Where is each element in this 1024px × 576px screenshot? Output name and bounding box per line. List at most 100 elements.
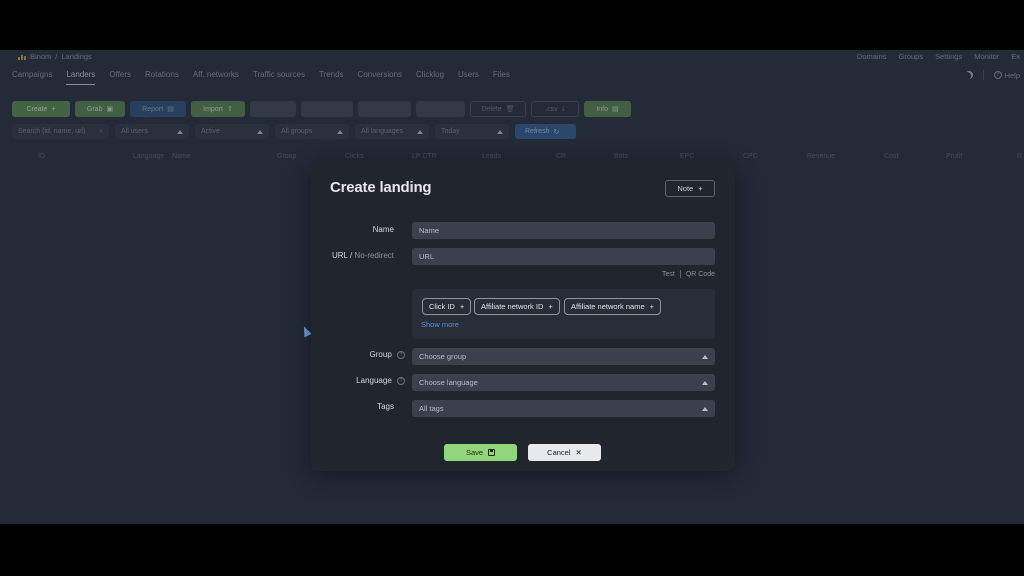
chevron-up-icon [702, 406, 708, 411]
test-link[interactable]: Test [662, 271, 675, 278]
save-button[interactable]: Save [444, 444, 517, 461]
token-click-id[interactable]: Click ID + [422, 298, 472, 315]
csv-button[interactable]: .csv ⤓ [531, 101, 579, 117]
status-select[interactable]: Active [195, 124, 269, 139]
name-placeholder: Name [419, 226, 440, 235]
info-icon[interactable]: ? [397, 350, 405, 359]
url-links: Test QR Code [662, 270, 715, 278]
grab-button[interactable]: Grab ▣ [75, 101, 125, 117]
tab-rotations[interactable]: Rotations [145, 70, 179, 85]
import-button[interactable]: Import ⇧ [191, 101, 245, 117]
languages-select[interactable]: All languages [355, 124, 429, 139]
top-right-tools: ? Help [965, 70, 1020, 80]
letterbox-bottom [0, 524, 1024, 576]
tab-users[interactable]: Users [458, 70, 479, 85]
divider [982, 70, 984, 80]
chevron-up-icon [417, 129, 423, 134]
col-lp-ctr[interactable]: LP CTR [412, 153, 437, 160]
col-name[interactable]: Name [172, 153, 191, 160]
url-input[interactable]: URL [412, 248, 715, 265]
col-bots[interactable]: Bots [614, 153, 628, 160]
token-label: Affiliate network name [571, 302, 645, 311]
report-button[interactable]: Report ▤ [130, 101, 186, 117]
col-language[interactable]: Language [133, 153, 164, 160]
tokens-panel: Click ID + Affiliate network ID + Affiliat… [412, 289, 715, 339]
col-revenue[interactable]: Revenue [807, 153, 835, 160]
col-id[interactable]: ID [38, 153, 45, 160]
create-label: Create [26, 105, 48, 113]
note-button[interactable]: Note + [665, 180, 715, 197]
tab-files[interactable]: Files [493, 70, 510, 85]
group-select[interactable]: Choose group [412, 348, 715, 365]
token-label: Affiliate network ID [481, 302, 544, 311]
toolbar-disabled-button-1[interactable] [250, 101, 296, 117]
help-icon: ? [993, 71, 1002, 79]
import-label: Import [203, 105, 223, 113]
col-profit[interactable]: Profit [946, 153, 962, 160]
filters-bar: Search (id, name, url) ⌕ All users Active… [12, 124, 576, 139]
url-placeholder: URL [419, 252, 435, 261]
tab-campaigns[interactable]: Campaigns [12, 70, 52, 85]
refresh-icon: ↻ [553, 128, 560, 136]
col-clicks[interactable]: Clicks [345, 153, 364, 160]
top-link-groups[interactable]: Groups [899, 52, 924, 61]
toolbar-disabled-button-3[interactable] [358, 101, 411, 117]
create-button[interactable]: Create + [12, 101, 70, 117]
group-label: Group [369, 350, 392, 359]
note-label: Note [677, 184, 694, 193]
col-roi[interactable]: R [1017, 153, 1022, 160]
groups-select[interactable]: All groups [275, 124, 349, 139]
help-button[interactable]: ? Help [993, 70, 1020, 80]
tags-label: Tags [377, 402, 394, 411]
col-cr[interactable]: CR [556, 153, 566, 160]
doc-icon: ▤ [612, 106, 619, 113]
date-select[interactable]: Today [435, 124, 509, 139]
col-epc[interactable]: EPC [680, 153, 694, 160]
delete-button[interactable]: Delete 🗑︎ [470, 101, 526, 117]
top-link-domains[interactable]: Domains [857, 52, 887, 61]
tab-traffic-sources[interactable]: Traffic sources [253, 70, 305, 85]
col-leads[interactable]: Leads [482, 153, 501, 160]
search-input[interactable]: Search (id, name, url) ⌕ [12, 124, 109, 139]
language-select[interactable]: Choose language [412, 374, 715, 391]
show-more-link[interactable]: Show more [421, 320, 459, 329]
tab-landers[interactable]: Landers [66, 70, 96, 85]
top-link-more[interactable]: Ex [1011, 52, 1020, 61]
tab-aff-networks[interactable]: Aff. networks [193, 70, 239, 85]
token-affiliate-network-id[interactable]: Affiliate network ID + [474, 298, 560, 315]
languages-value: All languages [361, 128, 404, 135]
breadcrumb-app[interactable]: Binom [30, 52, 51, 61]
toolbar-disabled-button-2[interactable] [301, 101, 353, 117]
tab-trends[interactable]: Trends [319, 70, 344, 85]
app-window: Binom / Landings Domains Groups Settings… [0, 50, 1024, 524]
tab-offers[interactable]: Offers [109, 70, 131, 85]
col-group[interactable]: Group [277, 153, 296, 160]
tab-conversions[interactable]: Conversions [358, 70, 402, 85]
top-link-settings[interactable]: Settings [935, 52, 962, 61]
url-label: URL [332, 251, 348, 260]
no-redirect-toggle[interactable]: No-redirect [354, 251, 394, 260]
cancel-button[interactable]: Cancel ✕ [528, 444, 601, 461]
help-label: Help [1004, 70, 1020, 80]
users-select[interactable]: All users [115, 124, 189, 139]
tab-clicklog[interactable]: Clicklog [416, 70, 444, 85]
status-value: Active [201, 128, 221, 135]
import-icon: ⇧ [226, 106, 233, 113]
toolbar-disabled-button-4[interactable] [416, 101, 465, 117]
report-label: Report [142, 105, 164, 113]
col-cpc[interactable]: CPC [743, 153, 758, 160]
theme-moon-icon[interactable] [965, 71, 973, 79]
info-button[interactable]: Info ▤ [584, 101, 631, 117]
token-affiliate-network-name[interactable]: Affiliate network name + [564, 298, 662, 315]
refresh-button[interactable]: Refresh ↻ [515, 124, 576, 139]
qr-code-link[interactable]: QR Code [686, 271, 715, 278]
search-placeholder: Search (id, name, url) [18, 128, 86, 135]
info-icon[interactable]: ? [397, 376, 405, 385]
name-input[interactable]: Name [412, 222, 715, 239]
language-label-row: Language ? [356, 376, 405, 385]
top-link-monitor[interactable]: Monitor [974, 52, 999, 61]
col-cost[interactable]: Cost [884, 153, 898, 160]
toolbar: Create + Grab ▣ Report ▤ Import ⇧ Delete 🗑︎ .… [12, 101, 631, 117]
tags-select[interactable]: All tags [412, 400, 715, 417]
close-icon: ✕ [575, 448, 582, 457]
